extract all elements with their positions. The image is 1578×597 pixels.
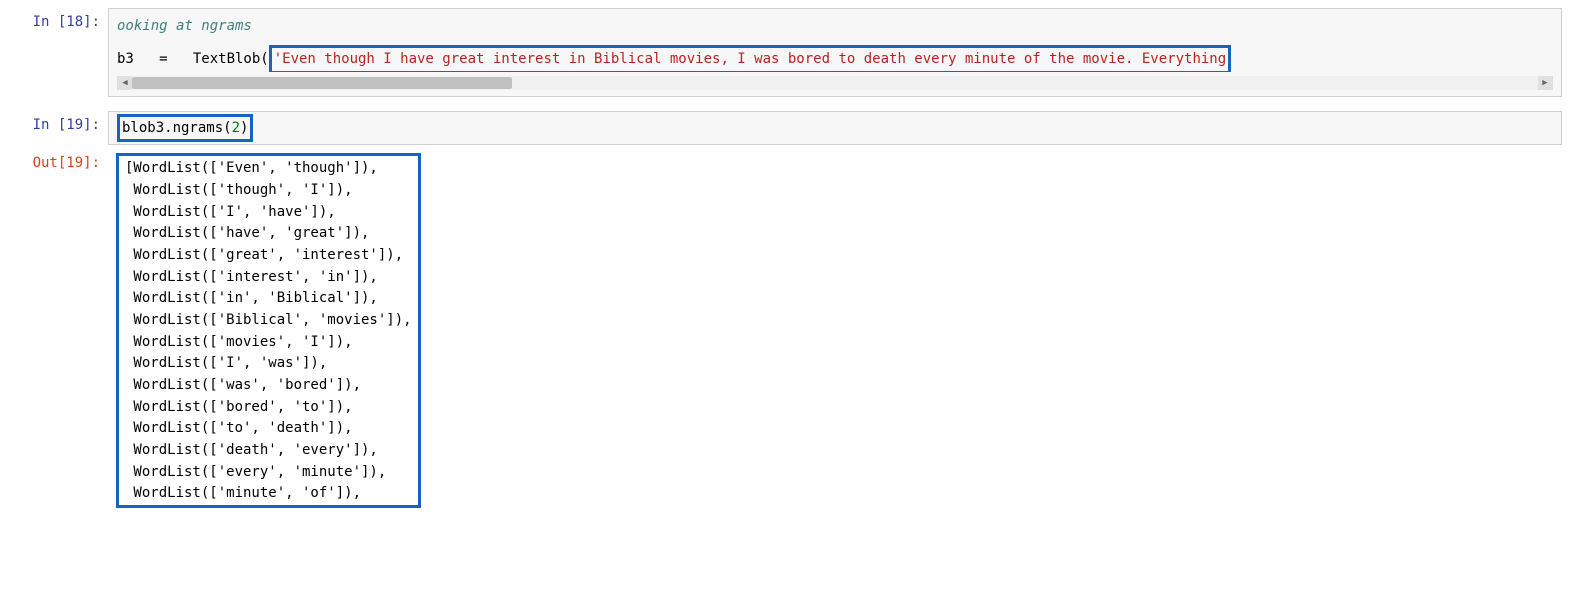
code-line-19: blob3.ngrams(2): [117, 116, 1553, 140]
code-line-18b: b3 = TextBlob('Even though I have great …: [117, 47, 1553, 71]
scroll-left-arrow[interactable]: ◀: [118, 76, 132, 90]
code-line-18a: ooking at ngrams: [117, 15, 1553, 37]
highlight-ngrams-call: blob3.ngrams(2): [117, 114, 253, 142]
scroll-thumb[interactable]: [132, 77, 512, 89]
highlight-output-wordlists: [WordList(['Even', 'though']), WordList(…: [116, 153, 421, 508]
highlight-string-literal: 'Even though I have great interest in Bi…: [269, 45, 1231, 71]
output-area-19: [WordList(['Even', 'though']), WordList(…: [108, 149, 1562, 512]
comment-fragment: ooking at ngrams: [117, 18, 252, 34]
scroll-track[interactable]: [132, 76, 1538, 90]
cell-input-19: In [19]: blob3.ngrams(2): [0, 111, 1578, 145]
code-input-19[interactable]: blob3.ngrams(2): [108, 111, 1562, 145]
cell-input-18: In [18]: ooking at ngrams b3 = TextBlob(…: [0, 8, 1578, 97]
prompt-out-19: Out[19]:: [0, 149, 108, 175]
prompt-in-19: In [19]:: [0, 111, 108, 137]
scroll-right-arrow[interactable]: ▶: [1538, 76, 1552, 90]
cell-output-19: Out[19]: [WordList(['Even', 'though']), …: [0, 149, 1578, 512]
prompt-in-18: In [18]:: [0, 8, 108, 34]
code-input-18[interactable]: ooking at ngrams b3 = TextBlob('Even tho…: [108, 8, 1562, 97]
horizontal-scrollbar[interactable]: ◀ ▶: [117, 76, 1553, 90]
output-text-19: [WordList(['Even', 'though']), WordList(…: [125, 158, 412, 505]
